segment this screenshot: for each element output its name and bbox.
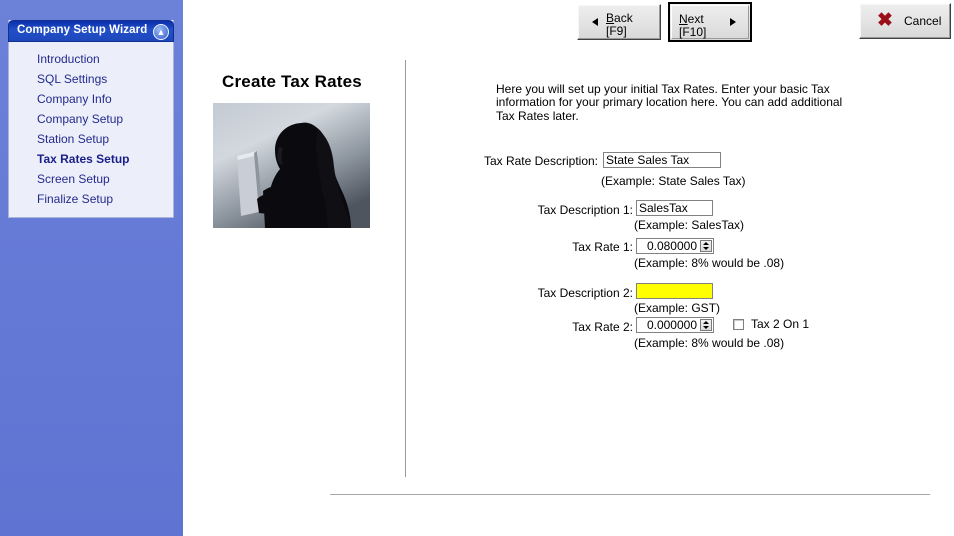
tax-description-1-hint: (Example: SalesTax) [634,218,745,232]
wizard-step-list: Introduction SQL Settings Company Info C… [9,42,173,217]
next-button[interactable]: Next [F10] [668,2,752,42]
tax-2-on-1-checkbox[interactable] [733,319,744,330]
cancel-button-label: Cancel [904,14,942,28]
tax-rate-description-label: Tax Rate Description: [483,154,598,168]
wizard-navigation-panel: Company Setup Wizard ▲ Introduction SQL … [8,20,174,218]
sidebar-item-station-setup[interactable]: Station Setup [9,129,173,149]
wizard-panel-header: Company Setup Wizard ▲ [8,20,174,42]
tax-description-2-label: Tax Description 2: [537,286,633,300]
spinner-up-arrow-icon[interactable] [703,242,709,245]
sidebar-item-screen-setup[interactable]: Screen Setup [9,169,173,189]
tax-rate-2-value: 0.000000 [646,318,697,332]
spinner-down-arrow-icon[interactable] [703,247,709,250]
tax-rate-description-hint: (Example: State Sales Tax) [601,174,746,188]
next-shortcut: [F10] [679,25,707,39]
tax-description-2-input[interactable] [636,283,713,299]
sidebar-item-tax-rates-setup[interactable]: Tax Rates Setup [9,149,173,169]
spinner-down-arrow-icon[interactable] [703,326,709,329]
sidebar-item-company-info[interactable]: Company Info [9,89,173,109]
horizontal-divider [330,494,930,495]
spinner-arrows-icon[interactable] [700,240,712,252]
wizard-panel-title: Company Setup Wizard [17,24,148,36]
next-accel-letter: N [679,12,688,26]
page-title: Create Tax Rates [222,72,362,91]
chevron-up-icon[interactable]: ▲ [153,24,169,40]
arrow-right-icon [730,18,736,26]
tax-rate-1-hint: (Example: 8% would be .08) [634,256,785,270]
hero-image-silhouette [213,103,370,228]
silhouette-graphic [213,103,370,228]
sidebar-item-finalize-setup[interactable]: Finalize Setup [9,189,173,209]
back-button[interactable]: Back [F9] [577,4,661,40]
sidebar-item-company-setup[interactable]: Company Setup [9,109,173,129]
arrow-left-icon [592,18,598,26]
red-x-icon: ✖ [877,10,893,31]
tax-rate-2-label: Tax Rate 2: [572,320,633,334]
vertical-divider [405,60,406,477]
cancel-button[interactable]: ✖ Cancel [859,3,951,39]
tax-description-1-input[interactable]: SalesTax [636,200,713,216]
back-shortcut: [F9] [606,24,627,38]
spinner-arrows-icon[interactable] [700,319,712,331]
next-label-rest: ext [687,12,704,26]
tax-rate-2-spinner[interactable]: 0.000000 [636,317,714,333]
back-button-label: Back [F9] [606,12,633,38]
back-label-rest: ack [614,11,633,25]
tax-description-2-hint: (Example: GST) [634,301,721,315]
tax-2-on-1-label: Tax 2 On 1 [751,317,810,331]
tax-rate-1-spinner[interactable]: 0.080000 [636,238,714,254]
intro-description: Here you will set up your initial Tax Ra… [496,82,843,123]
tax-rate-2-hint: (Example: 8% would be .08) [634,336,785,350]
sidebar-item-introduction[interactable]: Introduction [9,49,173,69]
tax-description-1-label: Tax Description 1: [537,203,633,217]
next-button-label: Next [F10] [679,13,706,39]
tax-rate-1-value: 0.080000 [646,239,697,253]
tax-rate-description-input[interactable]: State Sales Tax [603,152,721,168]
back-accel-letter: B [606,11,615,25]
sidebar: Company Setup Wizard ▲ Introduction SQL … [0,0,183,536]
tax-rate-1-label: Tax Rate 1: [572,240,633,254]
spinner-up-arrow-icon[interactable] [703,321,709,324]
chevron-up-glyph: ▲ [156,27,166,37]
sidebar-item-sql-settings[interactable]: SQL Settings [9,69,173,89]
